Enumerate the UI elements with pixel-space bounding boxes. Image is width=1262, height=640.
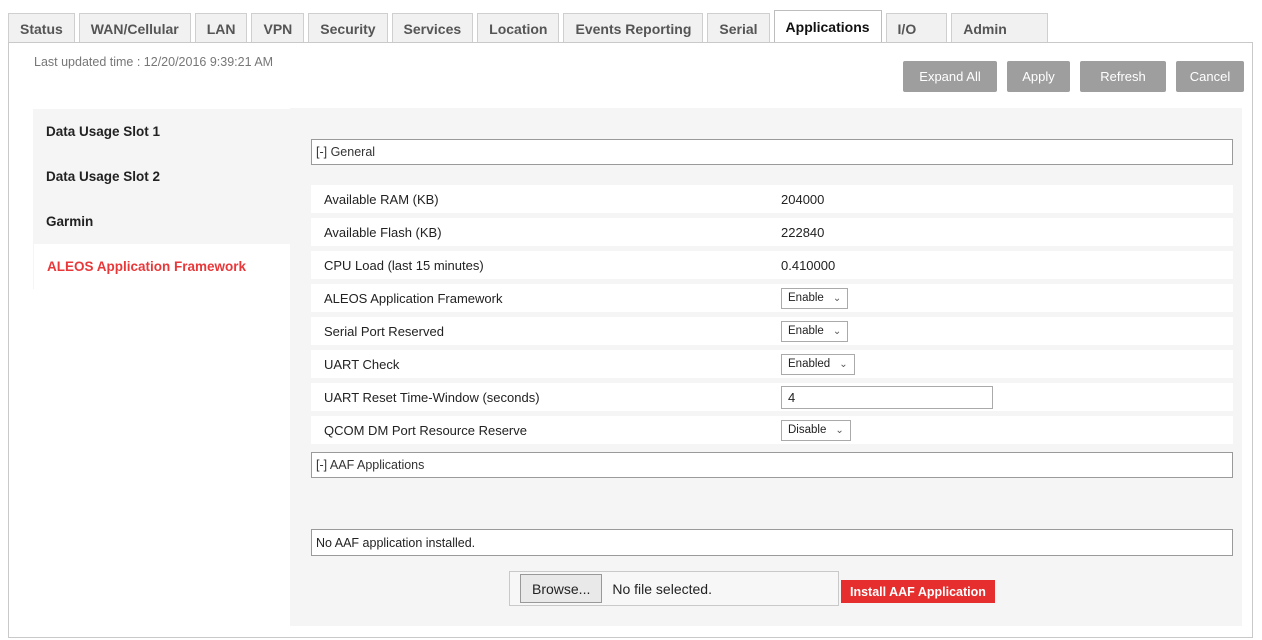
uart-check-label: UART Check: [324, 356, 400, 372]
apply-button[interactable]: Apply: [1007, 61, 1070, 92]
aleos-app-framework-label: ALEOS Application Framework: [324, 290, 503, 306]
refresh-button[interactable]: Refresh: [1080, 61, 1166, 92]
aleos-app-framework-select[interactable]: Enable ⌄: [781, 287, 849, 309]
expand-all-button[interactable]: Expand All: [903, 61, 997, 92]
settings-row-serial-port-reserved: Serial Port Reserved Enable ⌄: [311, 317, 1233, 345]
qcom-dm-port-selected: Disable: [788, 424, 827, 436]
sidebar-item-data-usage-slot-2[interactable]: Data Usage Slot 2: [33, 154, 291, 199]
file-status-text: No file selected.: [612, 580, 712, 597]
tab-serial[interactable]: Serial: [707, 13, 770, 43]
cpu-load-label: CPU Load (last 15 minutes): [324, 257, 484, 273]
install-aaf-application-button[interactable]: Install AAF Application: [841, 580, 995, 603]
serial-port-reserved-selected: Enable: [788, 325, 824, 337]
top-tab-bar: Status WAN/Cellular LAN VPN Security Ser…: [8, 0, 1048, 43]
serial-port-reserved-select[interactable]: Enable ⌄: [781, 320, 849, 342]
qcom-dm-port-select[interactable]: Disable ⌄: [781, 419, 851, 441]
main-panel: [-] General Available RAM (KB) 204000 Av…: [290, 108, 1242, 626]
tab-io[interactable]: I/O: [885, 13, 948, 43]
tab-location[interactable]: Location: [477, 13, 560, 43]
uart-check-selected: Enabled: [788, 358, 831, 370]
tab-applications[interactable]: Applications: [773, 10, 882, 43]
chevron-down-icon: ⌄: [832, 292, 842, 304]
aleos-app-framework-selected: Enable: [788, 292, 824, 304]
settings-row-qcom-dm-port: QCOM DM Port Resource Reserve Disable ⌄: [311, 416, 1233, 444]
available-ram-value: 204000: [781, 191, 825, 207]
chevron-down-icon: ⌄: [835, 424, 844, 436]
sidebar-item-data-usage-slot-1[interactable]: Data Usage Slot 1: [33, 109, 291, 154]
aaf-applications-section-header[interactable]: [-] AAF Applications: [311, 452, 1233, 478]
file-picker: Browse... No file selected.: [509, 571, 839, 606]
settings-row-available-flash: Available Flash (KB) 222840: [311, 218, 1233, 246]
settings-row-available-ram: Available RAM (KB) 204000: [311, 185, 1233, 213]
sidebar-nav: Data Usage Slot 1 Data Usage Slot 2 Garm…: [33, 109, 291, 289]
qcom-dm-port-label: QCOM DM Port Resource Reserve: [324, 422, 527, 438]
tab-events-reporting[interactable]: Events Reporting: [563, 13, 704, 43]
tab-lan[interactable]: LAN: [194, 13, 248, 43]
chevron-down-icon: ⌄: [839, 358, 848, 370]
browse-button[interactable]: Browse...: [520, 574, 603, 603]
sidebar-item-aleos-application-framework[interactable]: ALEOS Application Framework: [33, 244, 291, 289]
last-updated-time: Last updated time : 12/20/2016 9:39:21 A…: [34, 55, 274, 69]
general-settings-list: Available RAM (KB) 204000 Available Flas…: [311, 185, 1233, 449]
general-section-header[interactable]: [-] General: [311, 139, 1233, 165]
aaf-empty-message: No AAF application installed.: [311, 529, 1233, 556]
settings-row-uart-reset-window: UART Reset Time-Window (seconds) 4: [311, 383, 1233, 411]
cancel-button[interactable]: Cancel: [1176, 61, 1244, 92]
available-flash-value: 222840: [781, 224, 825, 240]
settings-row-aleos-app-framework: ALEOS Application Framework Enable ⌄: [311, 284, 1233, 312]
uart-reset-window-input[interactable]: 4: [781, 385, 993, 409]
available-ram-label: Available RAM (KB): [324, 191, 439, 207]
tab-vpn[interactable]: VPN: [251, 13, 305, 43]
settings-row-cpu-load: CPU Load (last 15 minutes) 0.410000: [311, 251, 1233, 279]
uart-reset-window-label: UART Reset Time-Window (seconds): [324, 389, 540, 405]
tab-security[interactable]: Security: [308, 13, 388, 43]
sidebar-item-garmin[interactable]: Garmin: [33, 199, 291, 244]
chevron-down-icon: ⌄: [832, 325, 842, 337]
serial-port-reserved-label: Serial Port Reserved: [324, 323, 444, 339]
tab-wan-cellular[interactable]: WAN/Cellular: [78, 13, 191, 43]
action-toolbar: Expand All Apply Refresh Cancel: [903, 61, 1244, 92]
available-flash-label: Available Flash (KB): [324, 224, 442, 240]
tab-services[interactable]: Services: [391, 13, 474, 43]
uart-check-select[interactable]: Enabled ⌄: [781, 353, 855, 375]
cpu-load-value: 0.410000: [781, 257, 836, 273]
settings-row-uart-check: UART Check Enabled ⌄: [311, 350, 1233, 378]
tab-admin[interactable]: Admin: [951, 13, 1048, 43]
tab-status[interactable]: Status: [8, 13, 75, 43]
